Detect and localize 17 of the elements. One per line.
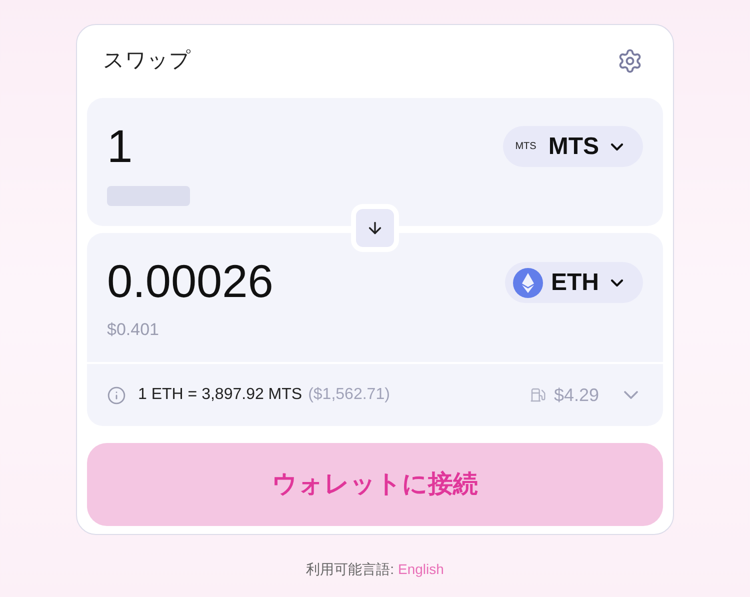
language-label: 利用可能言語: <box>306 560 394 579</box>
rate-usd: ($1,562.71) <box>308 385 390 405</box>
token-selector[interactable]: ETH <box>505 262 643 303</box>
exchange-rate: 1 ETH = 3,897.92 MTS <box>138 385 302 405</box>
settings-icon <box>617 48 643 74</box>
buy-amount-field[interactable]: 0.00026 <box>107 253 407 309</box>
token-logo: MTS <box>514 140 538 154</box>
token-selector[interactable]: MTS MTS <box>503 126 643 167</box>
gas-pump-icon <box>530 387 546 403</box>
ethereum-icon <box>513 268 543 298</box>
sell-amount-field[interactable]: 1 <box>107 118 407 174</box>
arrow-down-icon <box>366 219 384 237</box>
gas-fee: $4.29 <box>554 384 599 406</box>
info-icon <box>107 386 126 404</box>
usd-value: $0.401 <box>107 319 160 341</box>
card-title: スワップ <box>103 48 191 74</box>
swap-direction-button[interactable] <box>351 204 399 252</box>
